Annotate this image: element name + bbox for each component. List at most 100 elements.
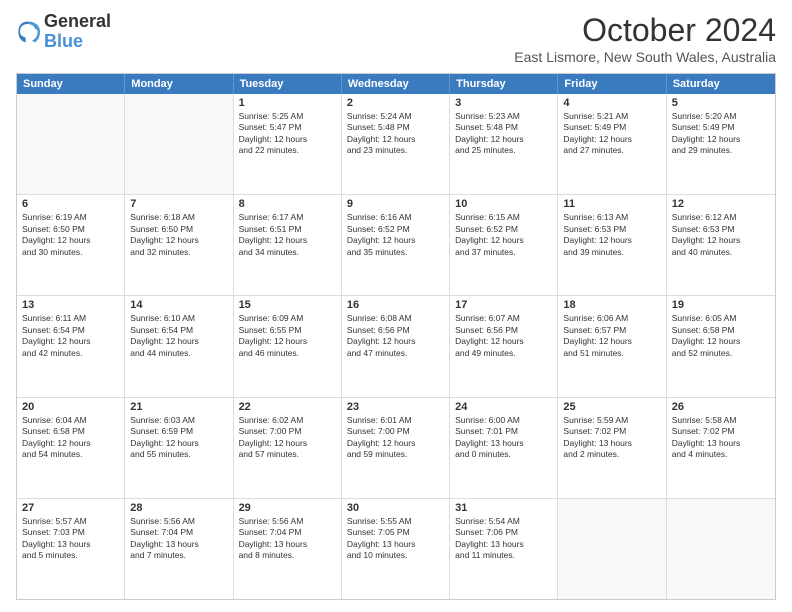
day-info: Sunrise: 6:00 AM Sunset: 7:01 PM Dayligh… bbox=[455, 415, 552, 461]
day-number: 10 bbox=[455, 198, 552, 210]
day-number: 8 bbox=[239, 198, 336, 210]
day-number: 12 bbox=[672, 198, 770, 210]
calendar-cell-w5-d6 bbox=[558, 499, 666, 599]
calendar-cell-w5-d7 bbox=[667, 499, 775, 599]
day-info: Sunrise: 6:16 AM Sunset: 6:52 PM Dayligh… bbox=[347, 212, 444, 258]
day-number: 24 bbox=[455, 401, 552, 413]
day-info: Sunrise: 6:12 AM Sunset: 6:53 PM Dayligh… bbox=[672, 212, 770, 258]
day-info: Sunrise: 6:02 AM Sunset: 7:00 PM Dayligh… bbox=[239, 415, 336, 461]
calendar-body: 1Sunrise: 5:25 AM Sunset: 5:47 PM Daylig… bbox=[17, 94, 775, 599]
day-info: Sunrise: 6:05 AM Sunset: 6:58 PM Dayligh… bbox=[672, 313, 770, 359]
day-number: 16 bbox=[347, 299, 444, 311]
day-info: Sunrise: 6:09 AM Sunset: 6:55 PM Dayligh… bbox=[239, 313, 336, 359]
day-info: Sunrise: 5:59 AM Sunset: 7:02 PM Dayligh… bbox=[563, 415, 660, 461]
calendar-week-1: 1Sunrise: 5:25 AM Sunset: 5:47 PM Daylig… bbox=[17, 94, 775, 195]
day-number: 28 bbox=[130, 502, 227, 514]
calendar-cell-w5-d4: 30 Sunrise: 5:55 AM Sunset: 7:05 PM Dayli… bbox=[342, 499, 450, 599]
calendar-cell-w3-d7: 19 Sunrise: 6:05 AM Sunset: 6:58 PM Dayli… bbox=[667, 296, 775, 396]
calendar-cell-w4-d6: 25Sunrise: 5:59 AM Sunset: 7:02 PM Dayli… bbox=[558, 398, 666, 498]
day-info: Sunrise: 6:03 AM Sunset: 6:59 PM Dayligh… bbox=[130, 415, 227, 461]
calendar-cell-w2-d5: 10 Sunrise: 6:15 AM Sunset: 6:52 PM Dayli… bbox=[450, 195, 558, 295]
calendar-cell-w4-d7: 26Sunrise: 5:58 AM Sunset: 7:02 PM Dayli… bbox=[667, 398, 775, 498]
calendar-cell-w3-d4: 16 Sunrise: 6:08 AM Sunset: 6:56 PM Dayli… bbox=[342, 296, 450, 396]
calendar-cell-w1-d6: 4 Sunrise: 5:21 AM Sunset: 5:49 PM Daylig… bbox=[558, 94, 666, 194]
day-info: Sunrise: 6:07 AM Sunset: 6:56 PM Dayligh… bbox=[455, 313, 552, 359]
day-number: 15 bbox=[239, 299, 336, 311]
day-info: Sunrise: 6:10 AM Sunset: 6:54 PM Dayligh… bbox=[130, 313, 227, 359]
calendar-week-3: 13 Sunrise: 6:11 AM Sunset: 6:54 PM Dayli… bbox=[17, 296, 775, 397]
header-thursday: Thursday bbox=[450, 74, 558, 94]
calendar-cell-w1-d3: 1Sunrise: 5:25 AM Sunset: 5:47 PM Daylig… bbox=[234, 94, 342, 194]
day-info: Sunrise: 5:58 AM Sunset: 7:02 PM Dayligh… bbox=[672, 415, 770, 461]
month-title: October 2024 bbox=[514, 12, 776, 49]
calendar-cell-w2-d6: 11Sunrise: 6:13 AM Sunset: 6:53 PM Dayli… bbox=[558, 195, 666, 295]
day-number: 2 bbox=[347, 97, 444, 109]
day-number: 13 bbox=[22, 299, 119, 311]
day-info: Sunrise: 6:11 AM Sunset: 6:54 PM Dayligh… bbox=[22, 313, 119, 359]
calendar-cell-w4-d2: 21 Sunrise: 6:03 AM Sunset: 6:59 PM Dayli… bbox=[125, 398, 233, 498]
day-number: 21 bbox=[130, 401, 227, 413]
calendar-cell-w3-d3: 15 Sunrise: 6:09 AM Sunset: 6:55 PM Dayli… bbox=[234, 296, 342, 396]
day-info: Sunrise: 6:15 AM Sunset: 6:52 PM Dayligh… bbox=[455, 212, 552, 258]
header-wednesday: Wednesday bbox=[342, 74, 450, 94]
calendar-cell-w2-d4: 9 Sunrise: 6:16 AM Sunset: 6:52 PM Daylig… bbox=[342, 195, 450, 295]
day-number: 31 bbox=[455, 502, 552, 514]
day-number: 30 bbox=[347, 502, 444, 514]
day-number: 5 bbox=[672, 97, 770, 109]
day-info: Sunrise: 5:54 AM Sunset: 7:06 PM Dayligh… bbox=[455, 516, 552, 562]
header-saturday: Saturday bbox=[667, 74, 775, 94]
header: General Blue October 2024 East Lismore, … bbox=[16, 12, 776, 65]
day-number: 19 bbox=[672, 299, 770, 311]
calendar-week-5: 27 Sunrise: 5:57 AM Sunset: 7:03 PM Dayli… bbox=[17, 499, 775, 599]
calendar-cell-w2-d1: 6 Sunrise: 6:19 AM Sunset: 6:50 PM Daylig… bbox=[17, 195, 125, 295]
header-friday: Friday bbox=[558, 74, 666, 94]
calendar-week-4: 20 Sunrise: 6:04 AM Sunset: 6:58 PM Dayli… bbox=[17, 398, 775, 499]
title-block: October 2024 East Lismore, New South Wal… bbox=[514, 12, 776, 65]
day-number: 17 bbox=[455, 299, 552, 311]
day-info: Sunrise: 6:06 AM Sunset: 6:57 PM Dayligh… bbox=[563, 313, 660, 359]
day-info: Sunrise: 5:24 AM Sunset: 5:48 PM Dayligh… bbox=[347, 111, 444, 157]
calendar-cell-w3-d5: 17 Sunrise: 6:07 AM Sunset: 6:56 PM Dayli… bbox=[450, 296, 558, 396]
calendar-week-2: 6 Sunrise: 6:19 AM Sunset: 6:50 PM Daylig… bbox=[17, 195, 775, 296]
calendar-cell-w3-d6: 18 Sunrise: 6:06 AM Sunset: 6:57 PM Dayli… bbox=[558, 296, 666, 396]
day-number: 27 bbox=[22, 502, 119, 514]
day-info: Sunrise: 5:23 AM Sunset: 5:48 PM Dayligh… bbox=[455, 111, 552, 157]
day-number: 20 bbox=[22, 401, 119, 413]
day-info: Sunrise: 5:21 AM Sunset: 5:49 PM Dayligh… bbox=[563, 111, 660, 157]
day-number: 6 bbox=[22, 198, 119, 210]
day-number: 3 bbox=[455, 97, 552, 109]
day-number: 22 bbox=[239, 401, 336, 413]
header-sunday: Sunday bbox=[17, 74, 125, 94]
calendar-cell-w4-d5: 24 Sunrise: 6:00 AM Sunset: 7:01 PM Dayli… bbox=[450, 398, 558, 498]
day-number: 4 bbox=[563, 97, 660, 109]
day-number: 29 bbox=[239, 502, 336, 514]
day-info: Sunrise: 6:17 AM Sunset: 6:51 PM Dayligh… bbox=[239, 212, 336, 258]
logo-line1: General bbox=[44, 12, 111, 32]
day-number: 9 bbox=[347, 198, 444, 210]
header-monday: Monday bbox=[125, 74, 233, 94]
calendar-cell-w4-d1: 20 Sunrise: 6:04 AM Sunset: 6:58 PM Dayli… bbox=[17, 398, 125, 498]
day-info: Sunrise: 5:55 AM Sunset: 7:05 PM Dayligh… bbox=[347, 516, 444, 562]
day-info: Sunrise: 6:01 AM Sunset: 7:00 PM Dayligh… bbox=[347, 415, 444, 461]
calendar-cell-w5-d3: 29 Sunrise: 5:56 AM Sunset: 7:04 PM Dayli… bbox=[234, 499, 342, 599]
logo-line2: Blue bbox=[44, 32, 111, 52]
day-info: Sunrise: 5:56 AM Sunset: 7:04 PM Dayligh… bbox=[239, 516, 336, 562]
calendar-cell-w4-d3: 22 Sunrise: 6:02 AM Sunset: 7:00 PM Dayli… bbox=[234, 398, 342, 498]
calendar-cell-w2-d7: 12 Sunrise: 6:12 AM Sunset: 6:53 PM Dayli… bbox=[667, 195, 775, 295]
calendar-cell-w3-d1: 13 Sunrise: 6:11 AM Sunset: 6:54 PM Dayli… bbox=[17, 296, 125, 396]
calendar-cell-w4-d4: 23 Sunrise: 6:01 AM Sunset: 7:00 PM Dayli… bbox=[342, 398, 450, 498]
calendar: Sunday Monday Tuesday Wednesday Thursday… bbox=[16, 73, 776, 600]
calendar-cell-w5-d5: 31 Sunrise: 5:54 AM Sunset: 7:06 PM Dayli… bbox=[450, 499, 558, 599]
day-number: 18 bbox=[563, 299, 660, 311]
calendar-cell-w1-d4: 2 Sunrise: 5:24 AM Sunset: 5:48 PM Daylig… bbox=[342, 94, 450, 194]
day-info: Sunrise: 6:04 AM Sunset: 6:58 PM Dayligh… bbox=[22, 415, 119, 461]
day-info: Sunrise: 6:08 AM Sunset: 6:56 PM Dayligh… bbox=[347, 313, 444, 359]
logo-icon bbox=[16, 20, 40, 44]
day-number: 23 bbox=[347, 401, 444, 413]
logo: General Blue bbox=[16, 12, 111, 52]
calendar-cell-w1-d7: 5Sunrise: 5:20 AM Sunset: 5:49 PM Daylig… bbox=[667, 94, 775, 194]
location-title: East Lismore, New South Wales, Australia bbox=[514, 49, 776, 65]
day-info: Sunrise: 5:57 AM Sunset: 7:03 PM Dayligh… bbox=[22, 516, 119, 562]
day-info: Sunrise: 6:19 AM Sunset: 6:50 PM Dayligh… bbox=[22, 212, 119, 258]
day-number: 1 bbox=[239, 97, 336, 109]
